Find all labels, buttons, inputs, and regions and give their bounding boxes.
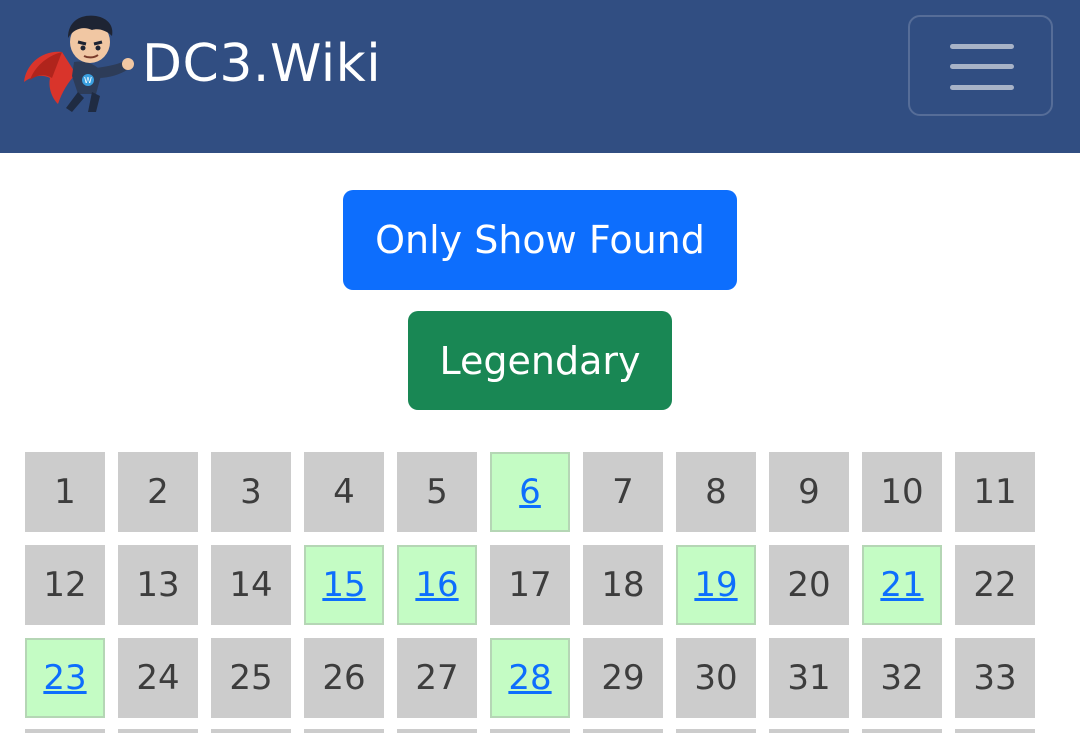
grid-cell-number: 25 xyxy=(229,658,273,698)
grid-cell-number: 14 xyxy=(229,565,273,605)
grid-cell-found[interactable]: 6 xyxy=(490,452,570,532)
grid-cell: 22 xyxy=(955,545,1035,625)
grid-cell: 9 xyxy=(769,452,849,532)
hamburger-menu-button[interactable] xyxy=(908,15,1053,116)
grid-cell-number: 18 xyxy=(601,565,645,605)
superhero-mascot-icon: W xyxy=(24,15,134,112)
grid-cell-link[interactable]: 19 xyxy=(694,565,737,605)
grid-cell-number: 1 xyxy=(54,472,76,512)
grid-cell-number: 5 xyxy=(426,472,448,512)
grid-cell: 20 xyxy=(769,545,849,625)
grid-cell-number: 33 xyxy=(973,658,1017,698)
grid-cell-number: 26 xyxy=(322,658,366,698)
grid-cell-number: 13 xyxy=(136,565,180,605)
grid-cell: 10 xyxy=(862,452,942,532)
grid-cell: 31 xyxy=(769,638,849,718)
grid-row-partial xyxy=(25,729,1037,733)
grid-cell-link[interactable]: 16 xyxy=(415,565,458,605)
grid-cell-number: 2 xyxy=(147,472,169,512)
grid-cell: 5 xyxy=(397,452,477,532)
grid-cell-found[interactable]: 19 xyxy=(676,545,756,625)
grid-cell-number: 10 xyxy=(880,472,924,512)
grid-cell: 14 xyxy=(211,545,291,625)
grid-cell: 11 xyxy=(955,452,1035,532)
grid-cell: 3 xyxy=(211,452,291,532)
grid-cell-number: 30 xyxy=(694,658,738,698)
grid-cell: 33 xyxy=(955,638,1035,718)
grid-cell: 32 xyxy=(862,638,942,718)
grid-cell-link[interactable]: 28 xyxy=(508,658,551,698)
grid-cell-link[interactable]: 15 xyxy=(322,565,365,605)
grid-cell: 13 xyxy=(118,545,198,625)
legendary-button[interactable]: Legendary xyxy=(408,311,672,410)
grid-cell-number: 9 xyxy=(798,472,820,512)
grid-cell: 17 xyxy=(490,545,570,625)
grid-cell-link[interactable]: 6 xyxy=(519,472,541,512)
grid-cell: 26 xyxy=(304,638,384,718)
grid-cell: 24 xyxy=(118,638,198,718)
grid-cell-number: 7 xyxy=(612,472,634,512)
grid-cell-found[interactable]: 16 xyxy=(397,545,477,625)
grid-cell-number: 20 xyxy=(787,565,831,605)
grid-cell-number: 3 xyxy=(240,472,262,512)
grid-cell-link[interactable]: 23 xyxy=(43,658,86,698)
grid-cell-number: 27 xyxy=(415,658,459,698)
grid-cell: 2 xyxy=(118,452,198,532)
number-grid: 1 2 3 4 5 6 7 8 9 10 11 12 13 14 15 16 17 18 19 20 21 22 23 24 2… xyxy=(25,452,1037,718)
grid-cell-found[interactable]: 28 xyxy=(490,638,570,718)
grid-cell-number: 24 xyxy=(136,658,180,698)
grid-cell: 29 xyxy=(583,638,663,718)
grid-cell: 12 xyxy=(25,545,105,625)
grid-cell: 4 xyxy=(304,452,384,532)
grid-cell: 27 xyxy=(397,638,477,718)
brand-link[interactable]: W DC3.Wiki xyxy=(22,12,381,116)
grid-cell: 25 xyxy=(211,638,291,718)
grid-cell-number: 12 xyxy=(43,565,87,605)
grid-cell-number: 22 xyxy=(973,565,1017,605)
brand-name: DC3.Wiki xyxy=(142,34,382,94)
grid-cell-found[interactable]: 23 xyxy=(25,638,105,718)
grid-cell-number: 31 xyxy=(787,658,831,698)
grid-cell: 1 xyxy=(25,452,105,532)
grid-cell-found[interactable]: 15 xyxy=(304,545,384,625)
grid-cell-number: 32 xyxy=(880,658,924,698)
grid-cell: 7 xyxy=(583,452,663,532)
grid-cell: 30 xyxy=(676,638,756,718)
grid-cell-number: 29 xyxy=(601,658,645,698)
grid-cell: 8 xyxy=(676,452,756,532)
grid-cell-found[interactable]: 21 xyxy=(862,545,942,625)
grid-cell: 18 xyxy=(583,545,663,625)
svg-text:W: W xyxy=(84,76,92,85)
only-show-found-button[interactable]: Only Show Found xyxy=(343,190,737,290)
grid-cell-link[interactable]: 21 xyxy=(880,565,923,605)
grid-cell-number: 17 xyxy=(508,565,552,605)
grid-cell-number: 4 xyxy=(333,472,355,512)
top-navbar: W DC3.Wiki xyxy=(0,0,1080,153)
grid-cell-number: 11 xyxy=(973,472,1017,512)
grid-cell-number: 8 xyxy=(705,472,727,512)
